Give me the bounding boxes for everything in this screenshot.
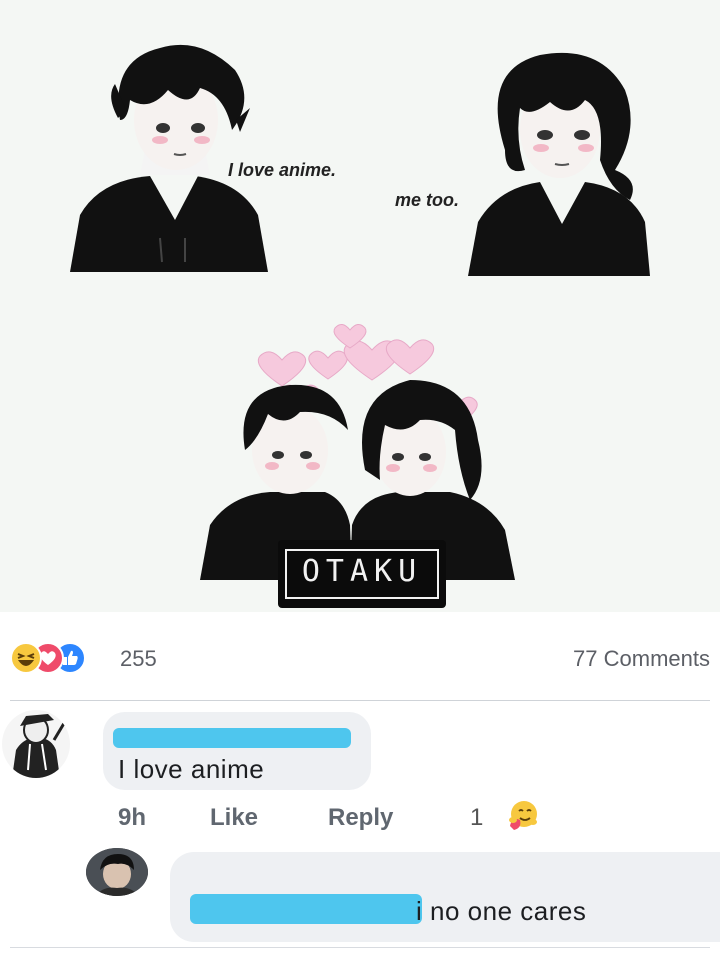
comment-bubble[interactable]: I love anime <box>103 712 371 790</box>
logo-text: OTAKU <box>301 554 423 589</box>
avatar[interactable] <box>86 848 148 896</box>
otaku-logo: OTAKU <box>278 540 446 608</box>
reaction-icons[interactable] <box>10 642 120 674</box>
reply-button[interactable]: Reply <box>328 804 393 832</box>
comment-bubble[interactable]: i no one cares <box>170 852 720 942</box>
redacted-username <box>190 894 422 924</box>
comment-timestamp[interactable]: 9h <box>118 804 146 832</box>
reactions-bar: 255 77 Comments <box>0 612 720 700</box>
hug-icon[interactable] <box>504 798 540 841</box>
comic-illustration <box>70 44 650 580</box>
divider <box>10 947 710 948</box>
redacted-username <box>113 728 351 748</box>
reaction-count[interactable]: 255 <box>120 646 157 672</box>
haha-icon <box>10 642 42 674</box>
boy-character <box>70 44 268 272</box>
speech-text-left: I love anime. <box>228 160 337 180</box>
speech-text-right: me too. <box>395 190 460 210</box>
avatar[interactable] <box>2 710 70 778</box>
comments-count-link[interactable]: 77 Comments <box>573 646 710 672</box>
girl-character <box>468 52 650 276</box>
comment-actions: 9h Like Reply 1 <box>118 801 578 834</box>
comment-text: i no one cares <box>416 896 587 926</box>
comment-text: I love anime <box>118 754 265 784</box>
post-image[interactable]: I love anime. me too. OTAKU <box>0 0 720 612</box>
comment-reaction-count[interactable]: 1 <box>470 804 483 832</box>
divider <box>10 700 710 701</box>
like-button[interactable]: Like <box>210 804 258 832</box>
